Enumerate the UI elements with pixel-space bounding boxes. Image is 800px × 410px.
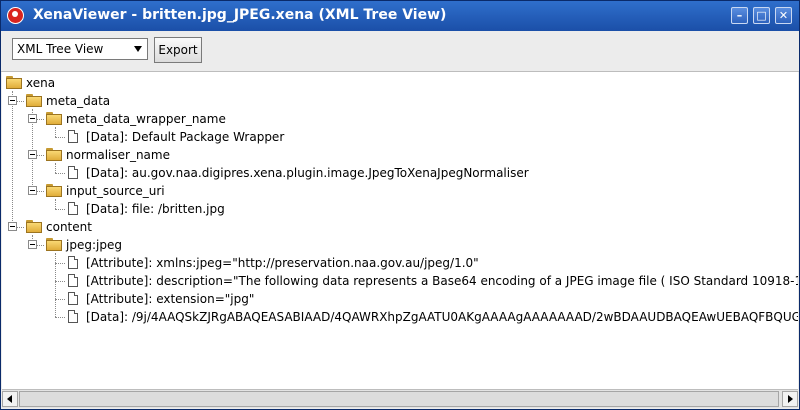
file-icon [68, 274, 78, 287]
tree-node-label: [Attribute]: extension="jpg" [86, 292, 255, 306]
tree-node-label: meta_data_wrapper_name [66, 112, 226, 126]
tree-node-label: [Data]: Default Package Wrapper [86, 130, 285, 144]
app-window: XenaViewer - britten.jpg_JPEG.xena (XML … [0, 0, 800, 410]
scrollbar-thumb[interactable] [19, 391, 779, 407]
toolbar: XML Tree View Export [1, 31, 799, 72]
tree-connector [55, 317, 65, 318]
tree-connector [55, 137, 65, 138]
collapse-toggle-meta_data[interactable] [8, 96, 17, 105]
tree-connector [12, 91, 13, 227]
tree-node-label: [Data]: /9j/4AAQSkZJRgABAQEASABIAAD/4QAW… [86, 310, 798, 324]
collapse-toggle-normaliser_name[interactable] [28, 150, 37, 159]
folder-icon [6, 76, 22, 89]
file-icon [68, 292, 78, 305]
tree-node-label: meta_data [46, 94, 111, 108]
tree-node-label: [Attribute]: description="The following … [86, 274, 798, 288]
tree-node-label: [Attribute]: xmlns:jpeg="http://preserva… [86, 256, 479, 270]
window-title: XenaViewer - britten.jpg_JPEG.xena (XML … [33, 7, 447, 23]
folder-icon [46, 184, 62, 197]
title-bar[interactable]: XenaViewer - britten.jpg_JPEG.xena (XML … [1, 1, 799, 31]
tree-connector [55, 127, 56, 137]
tree-connector [55, 263, 65, 264]
maximize-button[interactable]: □ [753, 7, 770, 24]
file-icon [68, 166, 78, 179]
collapse-toggle-content[interactable] [8, 222, 17, 231]
minimize-button[interactable]: – [731, 7, 748, 24]
export-button[interactable]: Export [154, 37, 202, 63]
tree-node-label: input_source_uri [66, 184, 165, 198]
tree-node-label: content [46, 220, 92, 234]
view-select[interactable]: XML Tree View [12, 38, 148, 60]
tree-node-label: xena [26, 76, 56, 90]
scroll-right-icon[interactable] [782, 391, 798, 407]
file-icon [68, 202, 78, 215]
file-icon [68, 310, 78, 323]
close-button[interactable]: ✕ [775, 7, 792, 24]
file-icon [68, 130, 78, 143]
tree-connector [55, 163, 56, 173]
tree-node-label: [Data]: file: /britten.jpg [86, 202, 225, 216]
folder-icon [46, 112, 62, 125]
folder-icon [26, 220, 42, 233]
tree-connector [55, 299, 65, 300]
file-icon [68, 256, 78, 269]
folder-icon [26, 94, 42, 107]
view-select-value: XML Tree View [17, 42, 104, 56]
app-logo-icon[interactable] [7, 7, 24, 24]
tree-node-label: [Data]: au.gov.naa.digipres.xena.plugin.… [86, 166, 529, 180]
tree-connector [55, 199, 56, 209]
collapse-toggle-input_source_uri[interactable] [28, 186, 37, 195]
collapse-toggle-meta_data_wrapper_name[interactable] [28, 114, 37, 123]
folder-icon [46, 238, 62, 251]
chevron-down-icon[interactable] [134, 46, 142, 52]
collapse-toggle-jpeg[interactable] [28, 240, 37, 249]
tree-node-label: jpeg:jpeg [66, 238, 122, 252]
tree-connector [55, 209, 65, 210]
horizontal-scrollbar[interactable] [2, 389, 798, 408]
tree-node-label: normaliser_name [66, 148, 170, 162]
scroll-left-icon[interactable] [2, 391, 18, 407]
folder-icon [46, 148, 62, 161]
tree-connector [55, 281, 65, 282]
xml-tree[interactable]: xena meta_data meta_data_wrapper_name [D… [2, 72, 798, 389]
tree-connector [55, 173, 65, 174]
